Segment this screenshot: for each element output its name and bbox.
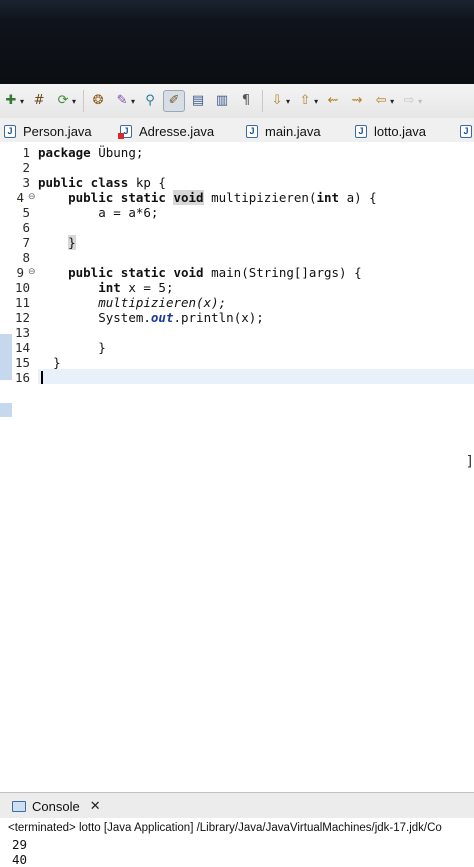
previous-annotation-icon[interactable]: ⇧ — [294, 90, 316, 112]
block-selection-icon[interactable]: ▤ — [187, 90, 209, 112]
current-line-highlight — [38, 369, 474, 385]
line-number: 2 — [22, 160, 30, 175]
new-package-icon[interactable]: # — [28, 90, 50, 112]
paragraph-icon[interactable]: ¶ — [235, 90, 257, 112]
line-number: 12 — [14, 310, 30, 325]
tab-lotto-java[interactable]: J lotto.java — [355, 121, 426, 141]
code-line: public class kp { — [38, 175, 166, 190]
java-file-icon: J — [4, 124, 16, 138]
line-number: 1 — [22, 145, 30, 160]
code-line: a = a*6; — [98, 205, 159, 220]
forward-edit-icon[interactable]: ⇝ — [346, 90, 368, 112]
code-line: System.out.println(x); — [98, 310, 264, 325]
tab-adresse-java[interactable]: J Adresse.java — [120, 121, 214, 141]
code-line: public static void multipizieren(int a) … — [68, 190, 377, 205]
text-caret — [41, 371, 43, 384]
line-number: 11 — [14, 295, 30, 310]
run-icon[interactable]: ⟳ — [52, 90, 74, 112]
line-number: 4 — [16, 190, 24, 205]
monitor-bezel — [0, 0, 474, 84]
console-output[interactable]: <terminated> lotto [Java Application] /L… — [0, 818, 474, 867]
tab-main-java[interactable]: J main.java — [246, 121, 321, 141]
java-file-icon: J — [246, 124, 258, 138]
overview-ruler-edge: ] — [465, 454, 474, 470]
line-number: 15 — [14, 355, 30, 370]
close-icon[interactable]: ✕ — [90, 799, 101, 814]
show-whitespace-icon[interactable]: ▥ — [211, 90, 233, 112]
tab-label: lotto.java — [374, 123, 427, 139]
search-icon[interactable]: ✎ — [111, 90, 133, 112]
main-toolbar: ✚ ▾ # ⟳ ▾ ❂ ✎ ▾ ⚲ ✐ ▤ ▥ ¶ ⇩ ▾ ⇧ ▾ ⇜ ⇝ ⇦ ▾ ⇨ ▾ — [0, 84, 474, 118]
line-number: 13 — [14, 325, 30, 340]
tab-person-java[interactable]: J Person.java — [4, 121, 92, 141]
line-number: 3 — [22, 175, 30, 190]
open-type-icon[interactable]: ❂ — [87, 90, 109, 112]
line-number: 16 — [14, 370, 30, 385]
java-file-icon: J — [355, 124, 367, 138]
console-output-line: 40 — [12, 852, 28, 867]
line-number: 10 — [14, 280, 30, 295]
eclipse-window: ✚ ▾ # ⟳ ▾ ❂ ✎ ▾ ⚲ ✐ ▤ ▥ ¶ ⇩ ▾ ⇧ ▾ ⇜ ⇝ ⇦ ▾ ⇨ ▾ J… — [0, 84, 474, 867]
forward-icon[interactable]: ⇨ — [398, 90, 420, 112]
line-number: 6 — [22, 220, 30, 235]
code-line: } — [68, 235, 76, 250]
console-view-tab-bar: Console ✕ — [0, 792, 474, 819]
code-line: package Übung; — [38, 145, 144, 160]
java-file-icon: J — [460, 124, 472, 138]
java-file-error-icon: J — [120, 124, 132, 138]
line-number: 8 — [22, 250, 30, 265]
code-line: int x = 5; — [98, 280, 174, 295]
fold-collapse-icon[interactable]: ⊖ — [28, 265, 36, 280]
tab-console[interactable]: Console — [32, 799, 80, 814]
console-icon — [12, 800, 26, 812]
next-annotation-icon[interactable]: ⇩ — [266, 90, 288, 112]
last-edit-icon[interactable]: ⇜ — [322, 90, 344, 112]
fold-collapse-icon[interactable]: ⊖ — [28, 190, 36, 205]
code-line: } — [98, 340, 106, 355]
highlight-icon[interactable]: ✐ — [163, 90, 186, 112]
tab-label: Person.java — [23, 123, 92, 139]
toggle-marker-icon[interactable]: ⚲ — [139, 90, 161, 112]
tab-label: main.java — [265, 123, 321, 139]
line-number: 5 — [22, 205, 30, 220]
code-line: multipizieren(x); — [98, 295, 227, 310]
code-line: } — [53, 355, 61, 370]
terminated-status: <terminated> lotto [Java Application] /L… — [8, 822, 442, 834]
line-number: 14 — [14, 340, 30, 355]
back-icon[interactable]: ⇦ — [370, 90, 392, 112]
editor-tabs: J Person.java J Adresse.java J main.java… — [0, 118, 474, 143]
tab-label: Adresse.java — [139, 123, 215, 139]
line-number: 9 — [16, 265, 24, 280]
console-output-line: 29 — [12, 837, 28, 852]
code-line: public static void main(String[]args) { — [68, 265, 362, 280]
tab-overflow[interactable]: J — [460, 121, 474, 141]
new-wizard-icon[interactable]: ✚ — [0, 90, 22, 112]
change-marker — [0, 403, 12, 417]
code-editor[interactable]: 1 2 3 4 5 6 7 8 9 10 11 12 13 14 15 16 ⊖… — [0, 142, 474, 792]
line-number: 7 — [22, 235, 30, 250]
